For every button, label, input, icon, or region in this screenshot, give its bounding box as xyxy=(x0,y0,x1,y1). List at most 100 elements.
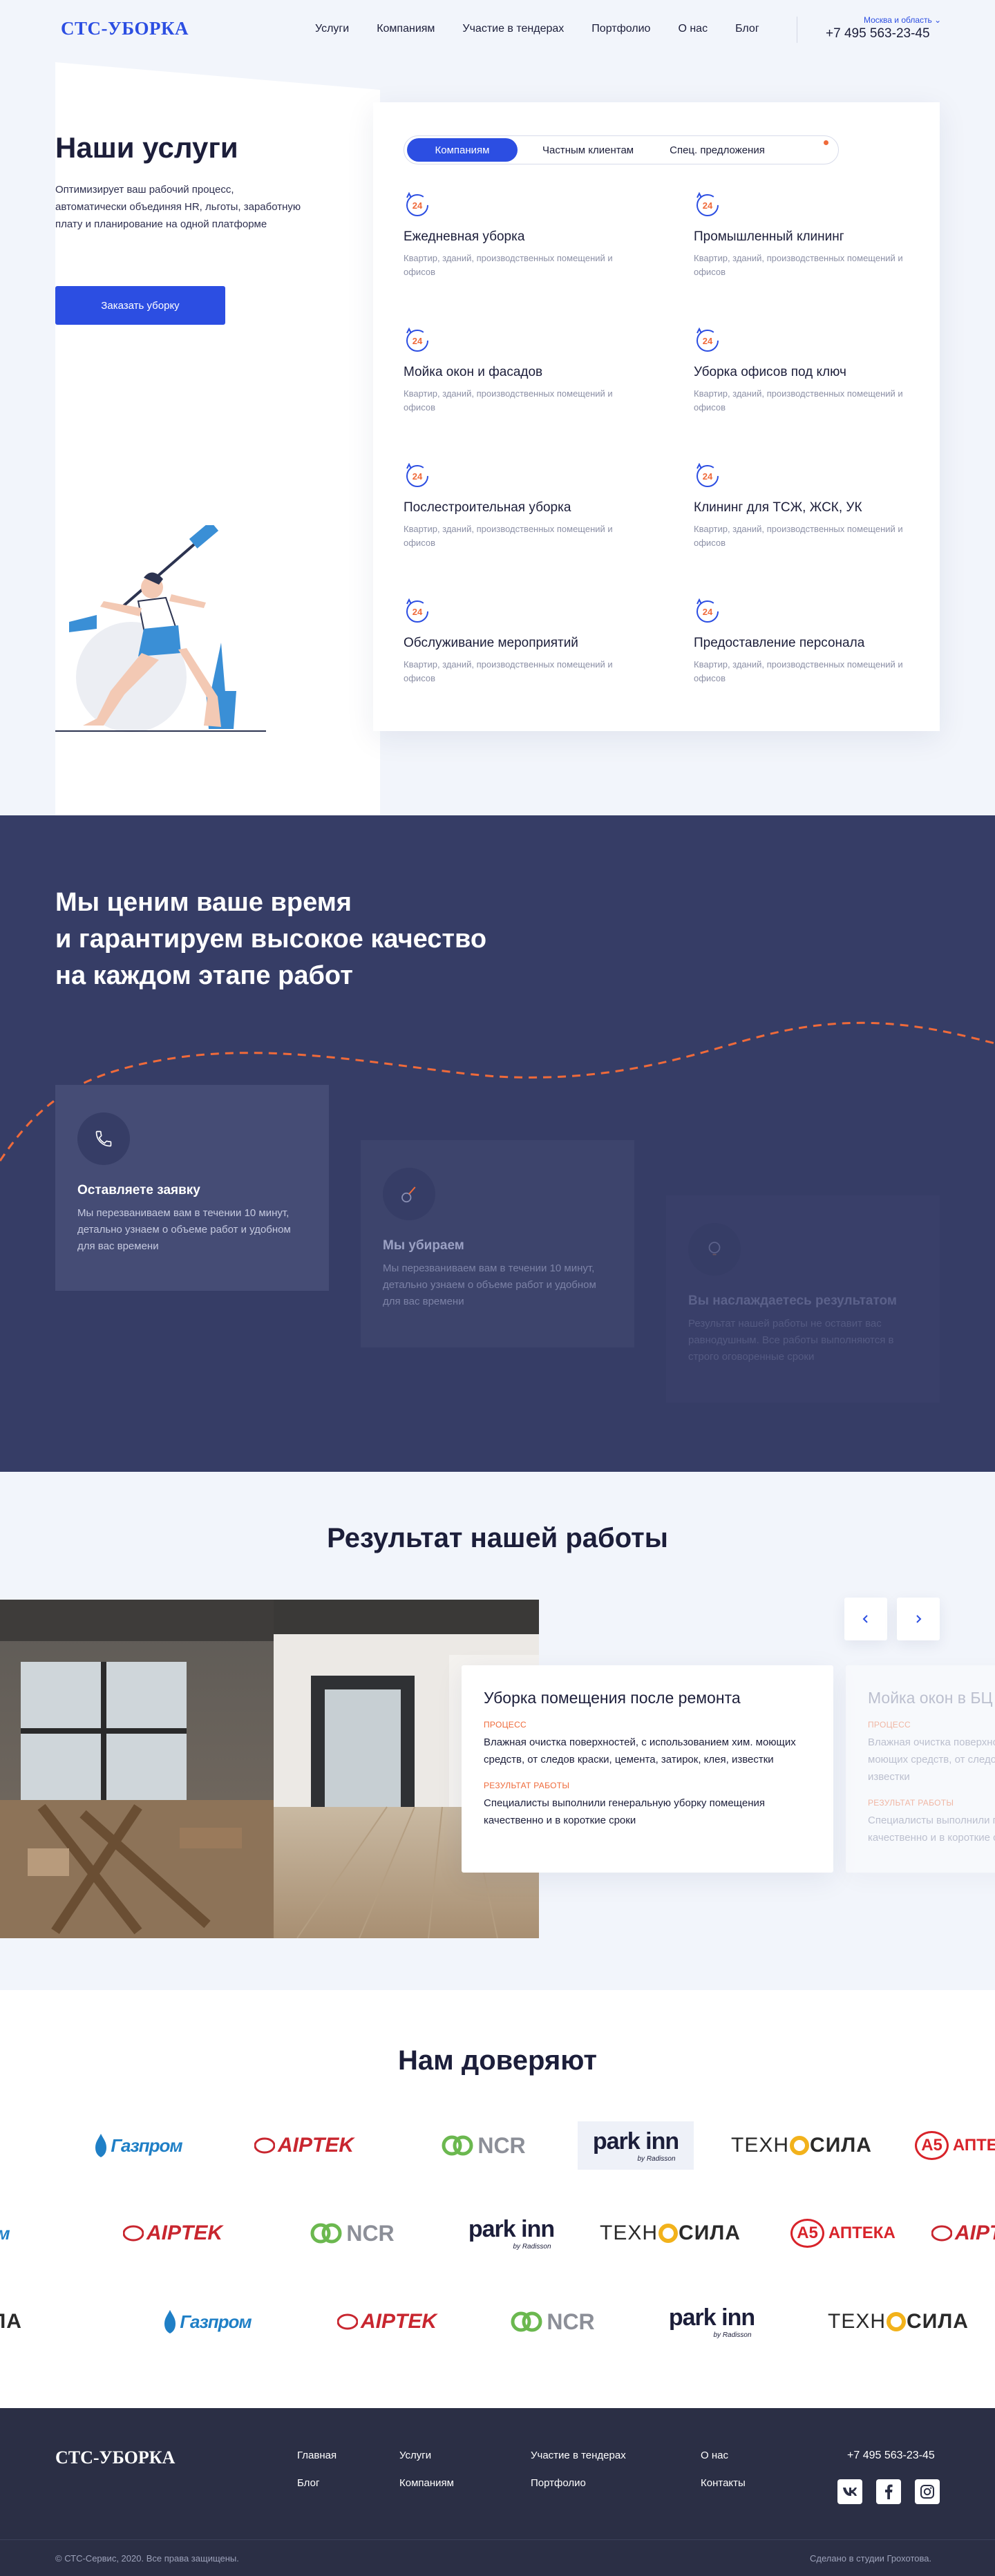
nav-services[interactable]: Услуги xyxy=(315,23,349,35)
chevron-right-icon xyxy=(916,1615,922,1623)
service-tabs: Компаниям Частным клиентам Спец. предлож… xyxy=(404,135,839,164)
client-logo: AIPTEK xyxy=(318,2294,456,2349)
client-logo: AIPTEK xyxy=(912,2206,995,2261)
chevron-down-icon: ⌄ xyxy=(934,15,942,25)
region-label: Москва и область xyxy=(864,15,932,25)
trust-title: Нам доверяют xyxy=(398,2045,597,2076)
tab-private-clients[interactable]: Частным клиентам xyxy=(518,138,653,162)
svg-text:24: 24 xyxy=(703,200,713,211)
carousel-next-button[interactable] xyxy=(897,1598,940,1640)
airtek-logo: AIPTEK xyxy=(122,2222,222,2245)
result-label: РЕЗУЛЬТАТ РАБОТЫ xyxy=(868,1798,954,1808)
footer-link-blog[interactable]: Блог xyxy=(297,2477,319,2489)
service-description: Квартир, зданий, производственных помеще… xyxy=(694,659,903,683)
tekhnosila-logo: ТЕХНСИЛА xyxy=(731,2134,872,2157)
airtek-logo: AIPTEK xyxy=(931,2222,995,2245)
process-label: ПРОЦЕСС xyxy=(484,1720,527,1730)
vk-icon[interactable] xyxy=(837,2479,862,2504)
result-card-title: Уборка помещения после ремонта xyxy=(484,1689,741,1707)
client-logo: ТЕХНСИЛА xyxy=(0,2294,21,2349)
ncr-logo: NCR xyxy=(310,2221,395,2246)
studio-credit[interactable]: Сделано в студии Грохотова. xyxy=(810,2553,931,2564)
service-item[interactable]: 24 Мойка окон и фасадов Квартир, зданий, п… xyxy=(404,326,632,415)
service-title: Мойка окон и фасадов xyxy=(404,365,543,379)
service-title: Ежедневная уборка xyxy=(404,229,525,244)
logo-row: Газпром AIPTEK NCR park innby Radisson ТЕХНС… xyxy=(0,2206,995,2268)
service-item[interactable]: 24 Послестроительная уборка Квартир, здани… xyxy=(404,462,632,550)
footer-link-tenders[interactable]: Участие в тендерах xyxy=(531,2450,626,2461)
svg-text:24: 24 xyxy=(703,336,713,346)
result-card: Мойка окон в БЦ ПРОЦЕСС Влажная очистка … xyxy=(846,1665,995,1873)
client-logo: park inn by Radisson xyxy=(567,2118,705,2173)
footer-phone[interactable]: +7 495 563-23-45 xyxy=(847,2450,935,2462)
svg-text:24: 24 xyxy=(413,200,423,211)
nav-blog[interactable]: Блог xyxy=(735,23,759,35)
process-section: Мы ценим ваше время и гарантируем высоко… xyxy=(0,815,995,1472)
tekhnosila-logo: ТЕХНСИЛА xyxy=(828,2310,969,2333)
facebook-icon[interactable] xyxy=(876,2479,901,2504)
footer-link-portfolio[interactable]: Портфолио xyxy=(531,2477,586,2489)
service-description: Квартир, зданий, производственных помеще… xyxy=(404,524,613,548)
chevron-left-icon xyxy=(862,1615,868,1623)
svg-text:24: 24 xyxy=(703,471,713,482)
client-logo: park inn by Radisson xyxy=(442,2206,580,2261)
gazprom-logo: Газпром xyxy=(0,2222,10,2245)
park-inn-logo: park inn by Radisson xyxy=(668,2304,755,2339)
client-logo: ТЕХНСИЛА xyxy=(731,2118,872,2173)
nav-portfolio[interactable]: Портфолио xyxy=(591,23,650,35)
step-description: Результат нашей работы не оставит вас ра… xyxy=(688,1318,894,1363)
service-item[interactable]: 24 Обслуживание мероприятий Квартир, здани… xyxy=(404,597,632,685)
before-after-photo xyxy=(0,1600,539,1938)
trust-section: Нам доверяют ТЕХНСИЛА Газпром AIPTEK NCR par… xyxy=(0,1990,995,2408)
service-description: Квартир, зданий, производственных помеще… xyxy=(404,388,613,413)
header-phone[interactable]: +7 495 563-23-45 xyxy=(826,26,930,41)
copyright: © СТС-Сервис, 2020. Все права защищены. xyxy=(55,2553,239,2564)
ncr-logo: NCR xyxy=(442,2133,526,2159)
park-inn-logo: park inn by Radisson xyxy=(577,2121,694,2170)
24-hours-icon: 24 xyxy=(404,326,431,354)
footer-logo[interactable]: СТС-УБОРКА xyxy=(55,2447,175,2468)
footer-link-home[interactable]: Главная xyxy=(297,2450,337,2461)
service-item[interactable]: 24 Промышленный клининг Квартир, зданий, п… xyxy=(694,191,922,279)
tab-special-offers[interactable]: Спец. предложения xyxy=(653,138,781,162)
service-description: Квартир, зданий, производственных помеще… xyxy=(404,659,613,683)
client-logo: Газпром xyxy=(138,2294,276,2349)
vacuum-icon xyxy=(383,1168,435,1220)
footer-link-companies[interactable]: Компаниям xyxy=(399,2477,454,2489)
24-hours-icon: 24 xyxy=(404,462,431,489)
result-card: Уборка помещения после ремонта ПРОЦЕСС В… xyxy=(462,1665,833,1873)
footer-link-contacts[interactable]: Контакты xyxy=(701,2477,746,2489)
24-hours-icon: 24 xyxy=(694,326,721,354)
service-title: Обслуживание мероприятий xyxy=(404,636,578,650)
client-logo: ТЕХНСИЛА xyxy=(600,2206,741,2261)
tekhnosila-logo: ТЕХНСИЛА xyxy=(600,2222,741,2244)
footer-link-about[interactable]: О нас xyxy=(701,2450,728,2461)
logo-row: ТЕХНСИЛА Газпром AIPTEK NCR park innby Radis… xyxy=(0,2118,995,2180)
instagram-icon[interactable] xyxy=(915,2479,940,2504)
footer-link-services[interactable]: Услуги xyxy=(399,2450,431,2461)
24-hours-icon: 24 xyxy=(694,597,721,625)
client-logo: park inn by Radisson xyxy=(643,2294,781,2349)
service-item[interactable]: 24 Предоставление персонала Квартир, здани… xyxy=(694,597,922,685)
carousel-prev-button[interactable] xyxy=(844,1598,887,1640)
service-item[interactable]: 24 Клининг для ТСЖ, ЖСК, УК Квартир, здани… xyxy=(694,462,922,550)
24-hours-icon: 24 xyxy=(404,191,431,218)
service-description: Квартир, зданий, производственных помеще… xyxy=(404,253,613,277)
process-text: Влажная очистка поверхностей, с использо… xyxy=(868,1736,995,1783)
region-selector[interactable]: Москва и область ⌄ xyxy=(864,15,941,25)
service-item[interactable]: 24 Ежедневная уборка Квартир, зданий, прои… xyxy=(404,191,632,279)
tab-companies[interactable]: Компаниям xyxy=(407,138,518,162)
step-card-3: Вы наслаждаетесь результатом Результат н… xyxy=(666,1195,940,1403)
before-after-image xyxy=(0,1600,539,1938)
nav-about[interactable]: О нас xyxy=(678,23,708,35)
order-cleaning-button[interactable]: Заказать уборку xyxy=(55,286,225,325)
nav-companies[interactable]: Компаниям xyxy=(377,23,435,35)
service-item[interactable]: 24 Уборка офисов под ключ Квартир, зданий,… xyxy=(694,326,922,415)
step-description: Мы перезваниваем вам в течении 10 минут,… xyxy=(383,1262,596,1307)
lightbulb-icon xyxy=(688,1223,741,1276)
service-title: Клининг для ТСЖ, ЖСК, УК xyxy=(694,500,862,515)
gazprom-logo: Газпром xyxy=(163,2310,252,2333)
site-logo[interactable]: СТС-УБОРКА xyxy=(61,18,189,39)
svg-text:24: 24 xyxy=(413,336,423,346)
nav-tenders[interactable]: Участие в тендерах xyxy=(462,23,564,35)
